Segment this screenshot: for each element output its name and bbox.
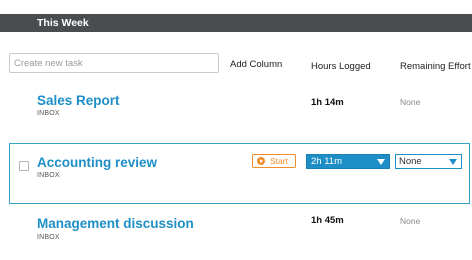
caret-down-icon [449,159,457,165]
hours-logged-value: 2h 11m [311,156,342,167]
add-column-link[interactable]: Add Column [230,59,282,70]
column-header-hours-logged: Hours Logged [311,61,371,72]
new-task-input[interactable] [9,53,219,73]
task-row[interactable]: Management discussion INBOX 1h 45m None [0,215,472,245]
column-header-remaining-effort: Remaining Effort [400,61,471,72]
section-title: This Week [37,17,89,29]
task-checkbox[interactable] [19,161,29,171]
start-timer-button[interactable]: Start [252,154,296,168]
task-hours-logged: 1h 45m [311,215,344,226]
task-title[interactable]: Accounting review [37,155,157,170]
task-title[interactable]: Management discussion [37,216,194,231]
task-hours-logged: 1h 14m [311,97,344,108]
section-header: This Week [0,14,472,32]
play-circle-icon [257,157,265,165]
start-button-label: Start [270,156,288,166]
task-row[interactable]: Sales Report INBOX 1h 14m None [0,92,472,122]
task-list-label: INBOX [37,172,60,179]
task-row-selected[interactable]: Accounting review INBOX Start 2h 11m Non… [9,143,470,204]
task-remaining-effort: None [400,216,421,226]
hours-logged-dropdown[interactable]: 2h 11m [306,154,390,169]
task-list-label: INBOX [37,110,60,117]
task-title[interactable]: Sales Report [37,93,120,108]
remaining-effort-value: None [399,156,422,167]
caret-down-icon [377,159,385,165]
task-list-label: INBOX [37,234,60,241]
remaining-effort-dropdown[interactable]: None [395,154,462,169]
task-remaining-effort: None [400,97,421,107]
